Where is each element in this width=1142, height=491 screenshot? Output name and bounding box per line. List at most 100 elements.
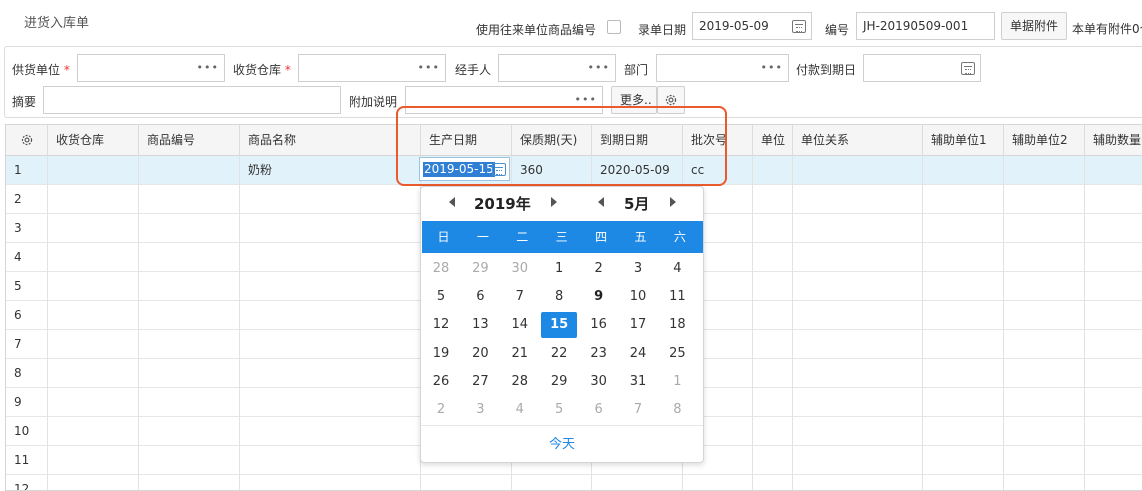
summary-input[interactable]	[43, 86, 341, 114]
cell-aux-unit-1[interactable]	[923, 359, 1004, 388]
cell-unit-relation[interactable]	[793, 417, 923, 446]
cell-aux-unit-1[interactable]	[923, 156, 1004, 185]
cell-product-name[interactable]	[240, 330, 421, 359]
calendar-day[interactable]: 6	[581, 397, 617, 423]
calendar-day[interactable]: 15	[541, 312, 578, 339]
cell-aux-unit-1[interactable]	[923, 417, 1004, 446]
cell-product-name[interactable]: 奶粉	[240, 156, 421, 185]
cell-unit[interactable]	[753, 156, 793, 185]
today-button[interactable]: 今天	[421, 425, 703, 463]
cell-unit-relation[interactable]	[793, 446, 923, 475]
cell-unit[interactable]	[753, 330, 793, 359]
cell-aux-unit-2[interactable]	[1004, 475, 1085, 490]
calendar-day[interactable]: 21	[502, 341, 538, 367]
cell-unit-relation[interactable]	[793, 156, 923, 185]
cell-aux-unit-2[interactable]	[1004, 446, 1085, 475]
cell-warehouse[interactable]	[48, 330, 139, 359]
cell-aux-unit-1[interactable]	[923, 243, 1004, 272]
col-aux-qty[interactable]: 辅助数量	[1085, 125, 1142, 156]
cell-product-name[interactable]	[240, 388, 421, 417]
calendar-day[interactable]: 28	[423, 256, 459, 282]
cell-aux-qty[interactable]	[1085, 185, 1142, 214]
cell-product-code[interactable]	[139, 417, 240, 446]
calendar-day[interactable]: 27	[462, 369, 498, 395]
cell-warehouse[interactable]	[48, 446, 139, 475]
calendar-day[interactable]: 22	[541, 341, 577, 367]
cell-aux-unit-1[interactable]	[923, 475, 1004, 490]
cell-unit-relation[interactable]	[793, 185, 923, 214]
cell-unit[interactable]	[753, 272, 793, 301]
cell-product-name[interactable]	[240, 417, 421, 446]
col-product-code[interactable]: 商品编号	[139, 125, 240, 156]
calendar-day[interactable]: 20	[462, 341, 498, 367]
next-year-icon[interactable]	[551, 197, 557, 207]
cell-unit[interactable]	[753, 388, 793, 417]
calendar-day[interactable]: 1	[659, 369, 695, 395]
calendar-day[interactable]: 28	[502, 369, 538, 395]
mfg-date-value[interactable]: 2019-05-15	[423, 162, 495, 177]
cell-product-name[interactable]	[240, 243, 421, 272]
calendar-day[interactable]: 17	[620, 312, 656, 338]
cell-unit-relation[interactable]	[793, 388, 923, 417]
cell-batch[interactable]	[683, 475, 753, 490]
cell-product-code[interactable]	[139, 301, 240, 330]
cell-aux-qty[interactable]	[1085, 475, 1142, 490]
cell-product-code[interactable]	[139, 156, 240, 185]
cell-product-code[interactable]	[139, 359, 240, 388]
col-warehouse[interactable]: 收货仓库	[48, 125, 139, 156]
col-aux-unit-1[interactable]: 辅助单位1	[923, 125, 1004, 156]
calendar-day[interactable]: 4	[659, 256, 695, 282]
picker-month[interactable]: 5月	[624, 193, 649, 214]
cell-aux-qty[interactable]	[1085, 446, 1142, 475]
cell-unit-relation[interactable]	[793, 330, 923, 359]
cell-unit-relation[interactable]	[793, 214, 923, 243]
warehouse-input[interactable]: •••	[298, 54, 446, 82]
cell-aux-unit-2[interactable]	[1004, 388, 1085, 417]
cell-warehouse[interactable]	[48, 243, 139, 272]
cell-product-name[interactable]	[240, 272, 421, 301]
cell-mfg-date[interactable]	[421, 475, 512, 490]
cell-unit-relation[interactable]	[793, 272, 923, 301]
cell-aux-unit-2[interactable]	[1004, 243, 1085, 272]
calendar-day[interactable]: 8	[541, 284, 577, 310]
cell-unit-relation[interactable]	[793, 359, 923, 388]
cell-aux-unit-1[interactable]	[923, 272, 1004, 301]
cell-aux-unit-1[interactable]	[923, 330, 1004, 359]
picker-year[interactable]: 2019年	[474, 193, 531, 214]
calendar-icon[interactable]	[792, 20, 806, 33]
prev-month-icon[interactable]	[598, 197, 604, 207]
cell-product-name[interactable]	[240, 185, 421, 214]
more-dots-icon[interactable]: •••	[418, 55, 440, 81]
cell-unit-relation[interactable]	[793, 301, 923, 330]
cell-unit[interactable]	[753, 214, 793, 243]
cell-product-name[interactable]	[240, 214, 421, 243]
calendar-day[interactable]: 30	[502, 256, 538, 282]
cell-aux-unit-2[interactable]	[1004, 185, 1085, 214]
cell-aux-unit-1[interactable]	[923, 301, 1004, 330]
more-dots-icon[interactable]: •••	[588, 55, 610, 81]
cell-aux-unit-1[interactable]	[923, 214, 1004, 243]
cell-aux-unit-1[interactable]	[923, 446, 1004, 475]
cell-aux-unit-1[interactable]	[923, 185, 1004, 214]
use-code-checkbox[interactable]	[607, 20, 621, 34]
calendar-day[interactable]: 2	[581, 256, 617, 282]
calendar-day[interactable]: 25	[659, 341, 695, 367]
calendar-day[interactable]: 4	[502, 397, 538, 423]
number-input[interactable]: JH-20190509-001	[856, 12, 995, 40]
cell-warehouse[interactable]	[48, 156, 139, 185]
cell-aux-unit-2[interactable]	[1004, 272, 1085, 301]
cell-unit-relation[interactable]	[793, 475, 923, 490]
more-dots-icon[interactable]: •••	[761, 55, 783, 81]
col-product-name[interactable]: 商品名称	[240, 125, 421, 156]
col-unit[interactable]: 单位	[753, 125, 793, 156]
calendar-day[interactable]: 10	[620, 284, 656, 310]
cell-product-name[interactable]	[240, 475, 421, 490]
col-aux-unit-2[interactable]: 辅助单位2	[1004, 125, 1085, 156]
calendar-day[interactable]: 14	[502, 312, 538, 338]
table-row[interactable]: 12	[6, 475, 1142, 490]
cell-warehouse[interactable]	[48, 388, 139, 417]
cell-aux-unit-2[interactable]	[1004, 214, 1085, 243]
cell-product-code[interactable]	[139, 446, 240, 475]
handler-input[interactable]: •••	[498, 54, 616, 82]
attach-button[interactable]: 单据附件	[1001, 12, 1068, 40]
